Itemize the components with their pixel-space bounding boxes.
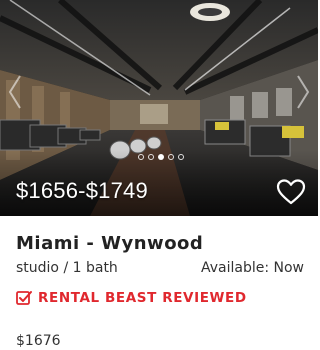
listing-title[interactable]: Miami - Wynwood [16, 233, 203, 254]
pagination-dot[interactable] [178, 154, 184, 160]
previous-photo-button[interactable] [4, 70, 26, 114]
next-photo-button[interactable] [292, 70, 314, 114]
unit-type: studio / 1 bath [16, 260, 118, 276]
availability: Available: Now [200, 260, 304, 276]
pagination-dot-active[interactable] [158, 154, 164, 160]
listing-card[interactable]: $1656-$1749 Miami - Wynwood studio / 1 b… [0, 0, 318, 350]
reviewed-badge: RENTAL BEAST REVIEWED [16, 290, 247, 306]
rent-price: $1676 [16, 333, 61, 349]
chevron-right-icon [297, 75, 310, 109]
heart-icon [276, 179, 306, 205]
pagination-dot[interactable] [168, 154, 174, 160]
pagination-dot[interactable] [148, 154, 154, 160]
photo-pagination [138, 152, 184, 162]
checkbox-check-icon [16, 291, 32, 305]
reviewed-badge-label: RENTAL BEAST REVIEWED [38, 290, 247, 306]
pagination-dot[interactable] [138, 154, 144, 160]
chevron-left-icon [8, 75, 21, 109]
price-range: $1656-$1749 [16, 178, 148, 203]
listing-photo[interactable]: $1656-$1749 [0, 0, 318, 216]
favorite-button[interactable] [276, 178, 306, 206]
